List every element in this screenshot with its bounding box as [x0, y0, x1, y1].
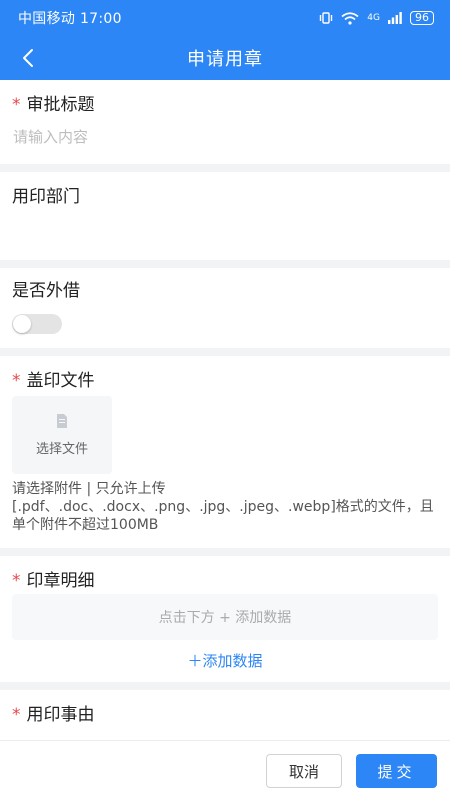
- toggle-knob: [13, 315, 31, 333]
- required-mark: *: [12, 705, 21, 725]
- stamp-file-text: 盖印文件: [26, 371, 95, 391]
- reason-label: * 用印事由: [12, 700, 95, 725]
- upload-tip: 请选择附件 | 只允许上传 [.pdf、.doc、.docx、.png、.jpg…: [12, 481, 434, 533]
- approval-title-placeholder: 请输入内容: [13, 128, 89, 146]
- file-icon: [57, 414, 67, 428]
- approval-title-section: * 审批标题 请输入内容: [0, 80, 450, 164]
- department-field[interactable]: [13, 218, 433, 242]
- external-loan-section: 是否外借: [0, 268, 450, 348]
- add-data-button[interactable]: ＋添加数据: [0, 650, 450, 671]
- approval-title-input[interactable]: 请输入内容: [13, 126, 433, 148]
- external-loan-label: 是否外借: [12, 281, 80, 301]
- nav-bar: 申请用章: [0, 36, 450, 80]
- submit-button[interactable]: 提交: [356, 754, 437, 788]
- page-title: 申请用章: [187, 49, 263, 70]
- seal-details-label: * 印章明细: [12, 566, 95, 591]
- status-bar: 中国移动 17:00 4G 96: [0, 0, 450, 36]
- department-section: 用印部门: [0, 172, 450, 260]
- back-button[interactable]: [14, 44, 42, 72]
- stamp-file-section: * 盖印文件 选择文件 请选择附件 | 只允许上传 [.pdf、.doc、.doc…: [0, 356, 450, 548]
- chevron-left-icon: [23, 49, 33, 67]
- app-header: 中国移动 17:00 4G 96 申请用章: [0, 0, 450, 80]
- signal-icon: [388, 12, 402, 24]
- department-label: 用印部门: [12, 187, 80, 207]
- required-mark: *: [12, 571, 21, 591]
- required-mark: *: [12, 371, 21, 391]
- seal-details-section: * 印章明细 点击下方 + 添加数据 ＋添加数据: [0, 556, 450, 682]
- select-file-label: 选择文件: [35, 442, 88, 457]
- status-icons: 4G 96: [319, 11, 434, 25]
- action-bar: 取消 提交: [0, 740, 450, 800]
- stamp-file-label: * 盖印文件: [12, 366, 95, 391]
- seal-details-empty: 点击下方 + 添加数据: [12, 594, 438, 640]
- reason-text: 用印事由: [26, 705, 95, 725]
- seal-details-text: 印章明细: [26, 571, 95, 591]
- approval-title-label: * 审批标题: [12, 90, 95, 115]
- carrier-time: 中国移动 17:00: [18, 11, 122, 27]
- external-loan-toggle[interactable]: [12, 314, 62, 334]
- battery-level: 96: [410, 11, 434, 25]
- wifi-icon: [341, 11, 359, 25]
- reason-section: * 用印事由: [0, 690, 450, 740]
- vibrate-icon: [320, 12, 333, 24]
- cancel-button[interactable]: 取消: [266, 754, 342, 788]
- network-type: 4G: [367, 13, 380, 23]
- required-mark: *: [12, 95, 21, 115]
- approval-title-text: 审批标题: [26, 95, 95, 115]
- select-file-button[interactable]: 选择文件: [12, 396, 112, 474]
